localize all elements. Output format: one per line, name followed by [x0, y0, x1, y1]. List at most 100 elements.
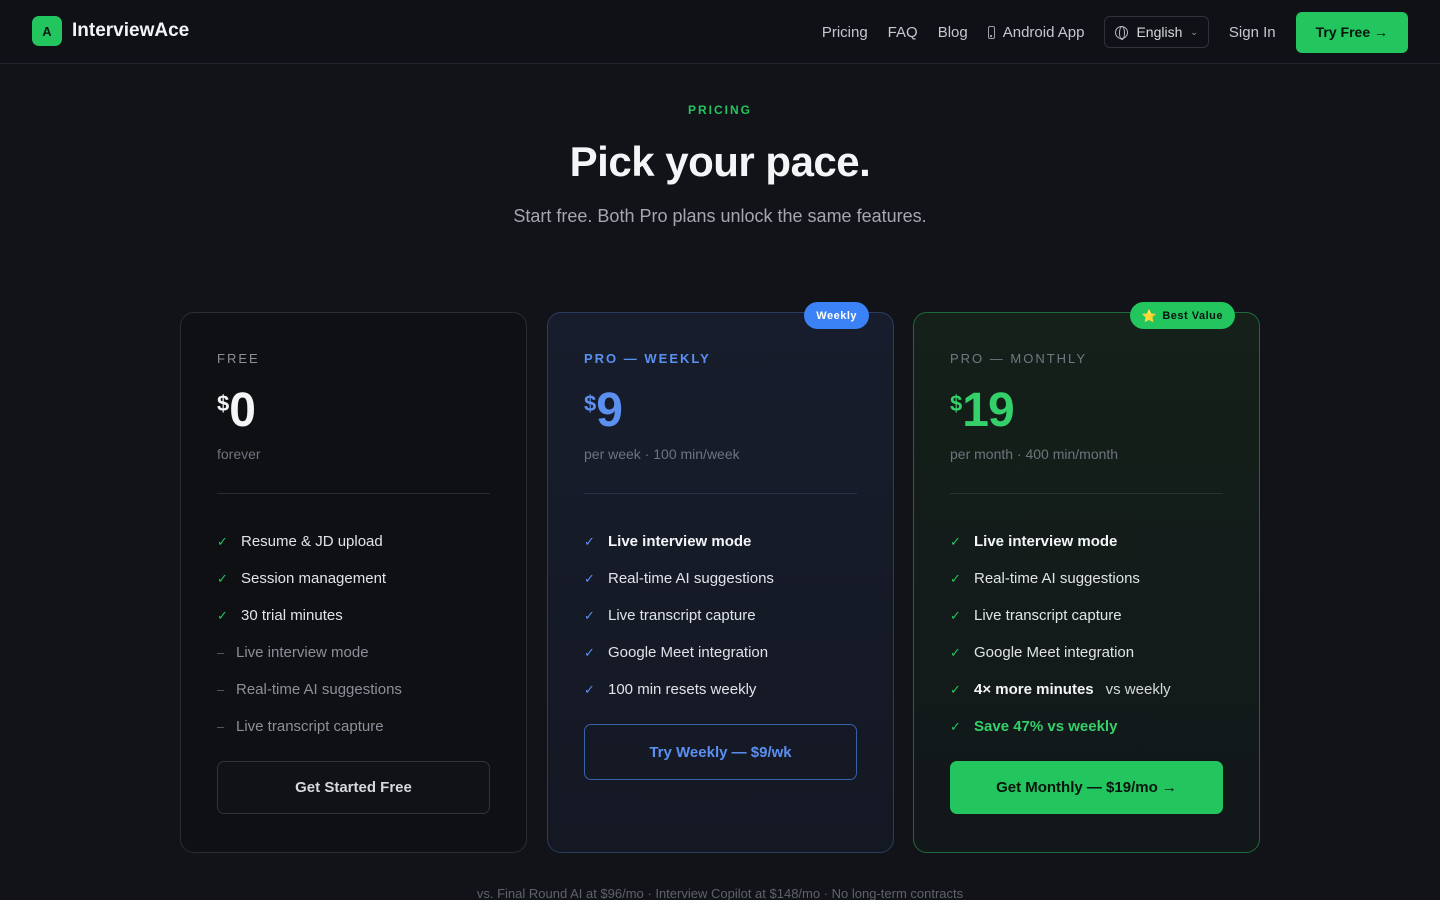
feature-text: 4× more minutes: [974, 681, 1094, 698]
feature-item: ✓ Live interview mode: [950, 523, 1230, 560]
try-weekly-button[interactable]: Try Weekly — $9/wk: [584, 724, 857, 780]
plan-price: $ 0: [217, 384, 256, 437]
feature-text: Live transcript capture: [236, 718, 384, 735]
divider: [584, 493, 857, 494]
logo[interactable]: A InterviewAce: [32, 16, 189, 46]
currency-symbol: $: [217, 391, 230, 416]
plan-name: PRO — MONTHLY: [950, 351, 1087, 366]
star-icon: ⭐: [1141, 308, 1158, 323]
feature-item: ✓ Real-time AI suggestions: [584, 560, 864, 597]
badge-label: Best Value: [1162, 309, 1223, 322]
feature-list: ✓ Live interview mode ✓ Real-time AI sugge…: [584, 523, 864, 708]
logo-icon: A: [32, 16, 62, 46]
feature-list: ✓ Live interview mode ✓ Real-time AI sugge…: [950, 523, 1230, 745]
weekly-badge: Weekly: [804, 302, 869, 329]
feature-text: Real-time AI suggestions: [974, 570, 1140, 587]
nav-link-blog[interactable]: Blog: [938, 24, 968, 41]
nav-link-faq[interactable]: FAQ: [888, 24, 918, 41]
nav-link-pricing[interactable]: Pricing: [822, 24, 868, 41]
check-icon: ✓: [584, 533, 595, 549]
language-label: English: [1136, 24, 1183, 40]
feature-item: ✓ Live transcript capture: [950, 597, 1230, 634]
feature-text: Session management: [241, 570, 387, 587]
plan-price: $ 9: [584, 384, 623, 437]
feature-item: ✓ Save 47% vs weekly: [950, 708, 1230, 745]
chevron-down-icon: ⌄: [1190, 26, 1198, 37]
feature-text: 100 min resets weekly: [608, 681, 757, 698]
feature-text: Live interview mode: [974, 533, 1118, 550]
feature-item-disabled: – Real-time AI suggestions: [217, 671, 497, 708]
feature-text: 30 trial minutes: [241, 607, 343, 624]
currency-symbol: $: [584, 391, 597, 416]
plan-period: forever: [217, 446, 261, 462]
dash-icon: –: [217, 645, 225, 660]
plan-name: FREE: [217, 351, 260, 366]
feature-item-disabled: – Live transcript capture: [217, 708, 497, 745]
feature-text: Google Meet integration: [974, 644, 1135, 661]
plan-card-weekly: Weekly PRO — WEEKLY $ 9 per week · 100 m…: [547, 302, 894, 853]
check-icon: ✓: [584, 570, 595, 586]
language-selector[interactable]: English ⌄: [1104, 16, 1209, 48]
feature-text: Live transcript capture: [974, 607, 1122, 624]
plan-name: PRO — WEEKLY: [584, 351, 711, 366]
check-icon: ✓: [217, 533, 228, 549]
feature-item: ✓ Resume & JD upload: [217, 523, 497, 560]
plan-card-free: FREE $ 0 forever ✓ Resume & JD upload ✓ Se…: [180, 312, 527, 853]
page-subtitle: Start free. Both Pro plans unlock the sa…: [513, 206, 927, 226]
check-icon: ✓: [217, 607, 228, 623]
feature-item: ✓ 4× more minutes vs weekly: [950, 671, 1230, 708]
price-amount: 9: [596, 384, 623, 437]
android-app-label: Android App: [1002, 23, 1085, 41]
check-icon: ✓: [950, 533, 961, 549]
globe-icon: [1115, 25, 1129, 40]
plan-period: per month · 400 min/month: [950, 446, 1119, 462]
feature-text: Live transcript capture: [608, 607, 756, 624]
check-icon: ✓: [950, 570, 961, 586]
get-started-free-button[interactable]: Get Started Free: [217, 761, 490, 814]
dash-icon: –: [217, 682, 225, 697]
check-icon: ✓: [950, 644, 961, 660]
section-eyebrow: PRICING: [687, 103, 752, 117]
check-icon: ✓: [217, 570, 228, 586]
check-icon: ✓: [950, 718, 961, 734]
feature-item: ✓ 100 min resets weekly: [584, 671, 864, 708]
nav-links: Pricing FAQ Blog Android App English ⌄ S…: [822, 0, 1408, 64]
feature-item: ✓ Session management: [217, 560, 497, 597]
feature-text: Real-time AI suggestions: [236, 681, 402, 698]
feature-suffix: vs weekly: [1105, 681, 1171, 698]
feature-text: Google Meet integration: [608, 644, 769, 661]
best-value-badge: ⭐ Best Value: [1129, 302, 1235, 329]
feature-text: Live interview mode: [236, 644, 369, 661]
dash-icon: –: [217, 719, 225, 734]
price-amount: 19: [962, 384, 1014, 437]
top-navbar: A InterviewAce Pricing FAQ Blog Android …: [0, 0, 1440, 64]
feature-list: ✓ Resume & JD upload ✓ Session management …: [217, 523, 497, 745]
plan-price: $ 19: [950, 384, 1015, 437]
check-icon: ✓: [584, 644, 595, 660]
comparison-footnote: vs. Final Round AI at $96/mo · Interview…: [476, 886, 964, 900]
sign-in-link[interactable]: Sign In: [1229, 24, 1276, 41]
feature-text: Resume & JD upload: [241, 533, 383, 550]
check-icon: ✓: [950, 607, 961, 623]
price-amount: 0: [229, 384, 256, 437]
divider: [217, 493, 490, 494]
check-icon: ✓: [584, 607, 595, 623]
feature-item-disabled: – Live interview mode: [217, 634, 497, 671]
feature-text: Save 47% vs weekly: [974, 718, 1118, 735]
brand-name: InterviewAce: [72, 20, 190, 41]
feature-item: ✓ Google Meet integration: [584, 634, 864, 671]
feature-item: ✓ Google Meet integration: [950, 634, 1230, 671]
feature-text: Live interview mode: [608, 533, 752, 550]
get-monthly-button[interactable]: Get Monthly — $19/mo →: [950, 761, 1223, 814]
phone-icon: [987, 25, 995, 39]
check-icon: ✓: [584, 681, 595, 697]
check-icon: ✓: [950, 681, 961, 697]
page-title: Pick your pace.: [569, 138, 871, 185]
feature-item: ✓ Real-time AI suggestions: [950, 560, 1230, 597]
nav-link-android-app[interactable]: Android App: [987, 23, 1085, 41]
divider: [950, 493, 1223, 494]
feature-item: ✓ Live interview mode: [584, 523, 864, 560]
feature-item: ✓ Live transcript capture: [584, 597, 864, 634]
try-free-button[interactable]: Try Free →: [1295, 11, 1408, 53]
feature-item: ✓ 30 trial minutes: [217, 597, 497, 634]
